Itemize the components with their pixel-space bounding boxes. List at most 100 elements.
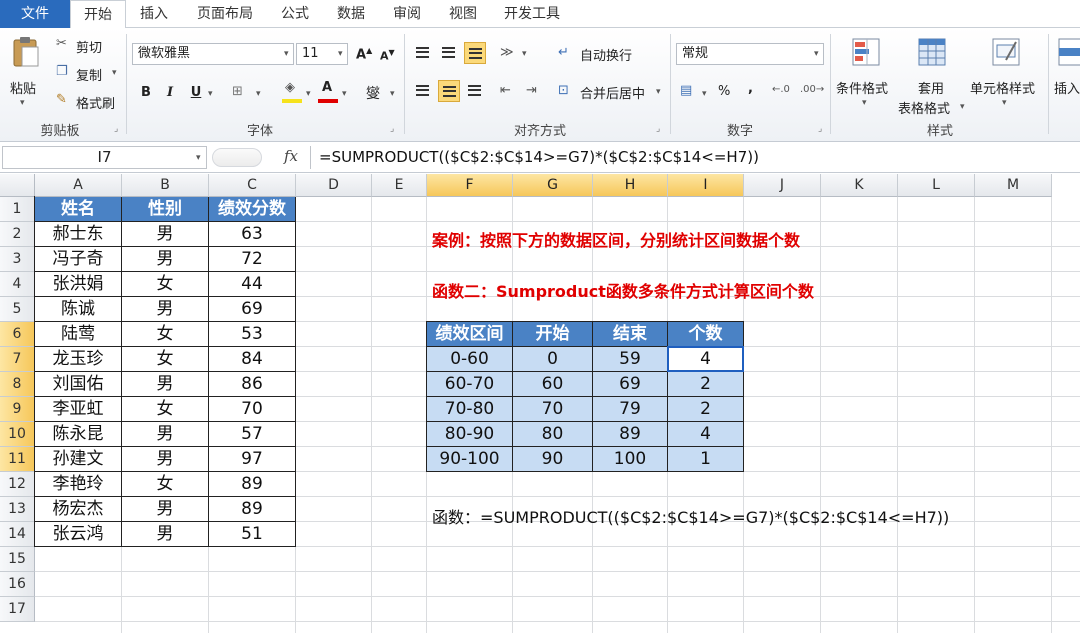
formula-input[interactable]: =SUMPRODUCT(($C$2:$C$14>=G7)*($C$2:$C$14… bbox=[310, 146, 1078, 169]
range-table-cell[interactable]: 59 bbox=[593, 347, 668, 372]
row-header-9[interactable]: 9 bbox=[0, 397, 35, 422]
range-table-cell[interactable]: 4 bbox=[668, 422, 744, 447]
row-header-1[interactable]: 1 bbox=[0, 197, 35, 222]
insert-function-button[interactable]: fx bbox=[284, 147, 298, 165]
range-table-cell[interactable]: 70 bbox=[513, 397, 593, 422]
column-header-a[interactable]: A bbox=[35, 174, 122, 197]
wrap-text-button[interactable]: ↵ 自动换行 bbox=[558, 44, 648, 66]
data-table-cell[interactable]: 57 bbox=[209, 422, 296, 447]
range-table-cell[interactable]: 0 bbox=[513, 347, 593, 372]
range-table-header[interactable]: 开始 bbox=[513, 322, 593, 347]
data-table-cell[interactable]: 51 bbox=[209, 522, 296, 547]
data-table-cell[interactable]: 63 bbox=[209, 222, 296, 247]
range-table-cell[interactable]: 90-100 bbox=[427, 447, 513, 472]
row-header-7[interactable]: 7 bbox=[0, 347, 35, 372]
data-table-cell[interactable]: 44 bbox=[209, 272, 296, 297]
data-table-cell[interactable]: 男 bbox=[122, 222, 209, 247]
range-table-cell[interactable]: 2 bbox=[668, 397, 744, 422]
align-center-button[interactable] bbox=[438, 80, 460, 102]
data-table-cell[interactable]: 89 bbox=[209, 472, 296, 497]
align-middle-button[interactable] bbox=[438, 42, 460, 64]
row-header-14[interactable]: 14 bbox=[0, 522, 35, 547]
range-table-cell[interactable]: 79 bbox=[593, 397, 668, 422]
row-header-8[interactable]: 8 bbox=[0, 372, 35, 397]
dialog-launcher-icon[interactable]: ⌟ bbox=[390, 124, 394, 134]
data-table-header[interactable]: 姓名 bbox=[35, 197, 122, 222]
tab-page-layout[interactable]: 页面布局 bbox=[186, 0, 264, 28]
tab-review[interactable]: 审阅 bbox=[382, 0, 432, 28]
tab-insert[interactable]: 插入 bbox=[128, 0, 180, 28]
row-header-17[interactable]: 17 bbox=[0, 597, 35, 622]
data-table-cell[interactable]: 龙玉珍 bbox=[35, 347, 122, 372]
data-table-cell[interactable]: 陈永昆 bbox=[35, 422, 122, 447]
data-table-cell[interactable]: 女 bbox=[122, 272, 209, 297]
tab-file[interactable]: 文件 bbox=[0, 0, 70, 28]
shrink-font-icon[interactable]: A▼ bbox=[380, 48, 395, 63]
data-table-cell[interactable]: 男 bbox=[122, 497, 209, 522]
bold-button[interactable]: B bbox=[136, 83, 156, 103]
tab-home[interactable]: 开始 bbox=[70, 0, 126, 29]
currency-icon[interactable]: ▤ bbox=[680, 83, 692, 98]
comma-button[interactable]: , bbox=[748, 81, 753, 96]
range-table-cell[interactable]: 60-70 bbox=[427, 372, 513, 397]
percent-button[interactable]: % bbox=[718, 84, 730, 99]
range-table-header[interactable]: 绩效区间 bbox=[427, 322, 513, 347]
column-header-b[interactable]: B bbox=[122, 174, 209, 197]
range-table-header[interactable]: 个数 bbox=[668, 322, 744, 347]
column-header-e[interactable]: E bbox=[372, 174, 427, 197]
data-table-cell[interactable]: 男 bbox=[122, 522, 209, 547]
range-table-cell[interactable]: 100 bbox=[593, 447, 668, 472]
column-header-j[interactable]: J bbox=[744, 174, 821, 197]
range-table-cell[interactable]: 4 bbox=[668, 347, 744, 372]
data-table-header[interactable]: 性别 bbox=[122, 197, 209, 222]
dialog-launcher-icon[interactable]: ⌟ bbox=[818, 124, 822, 134]
range-table-header[interactable]: 结束 bbox=[593, 322, 668, 347]
number-format-select[interactable]: 常规 bbox=[676, 43, 824, 65]
paste-button[interactable]: 粘贴 ▾ bbox=[6, 34, 46, 114]
column-header-m[interactable]: M bbox=[975, 174, 1052, 197]
row-header-4[interactable]: 4 bbox=[0, 272, 35, 297]
range-table-cell[interactable]: 2 bbox=[668, 372, 744, 397]
chevron-down-icon[interactable]: ▾ bbox=[196, 153, 201, 163]
increase-indent-icon[interactable]: ⇥ bbox=[526, 83, 537, 98]
data-table-cell[interactable]: 女 bbox=[122, 322, 209, 347]
row-header-2[interactable]: 2 bbox=[0, 222, 35, 247]
decrease-decimal-icon[interactable]: .00→ bbox=[800, 84, 824, 95]
range-table-cell[interactable]: 60 bbox=[513, 372, 593, 397]
data-table-cell[interactable]: 陆莺 bbox=[35, 322, 122, 347]
cut-button[interactable]: ✂ 剪切 bbox=[56, 36, 116, 56]
range-table-cell[interactable]: 1 bbox=[668, 447, 744, 472]
align-bottom-button[interactable] bbox=[464, 42, 486, 64]
range-table-cell[interactable]: 89 bbox=[593, 422, 668, 447]
row-header-5[interactable]: 5 bbox=[0, 297, 35, 322]
range-table-cell[interactable]: 90 bbox=[513, 447, 593, 472]
cell-styles-button[interactable]: 单元格样式 ▾ bbox=[970, 36, 1046, 116]
row-header-10[interactable]: 10 bbox=[0, 422, 35, 447]
phonetic-button[interactable]: 燮 bbox=[366, 83, 380, 103]
data-table-cell[interactable]: 陈诚 bbox=[35, 297, 122, 322]
orientation-icon[interactable]: ≫ bbox=[500, 45, 514, 60]
data-table-cell[interactable]: 男 bbox=[122, 372, 209, 397]
data-table-cell[interactable]: 郝士东 bbox=[35, 222, 122, 247]
data-table-cell[interactable]: 男 bbox=[122, 297, 209, 322]
data-table-cell[interactable]: 男 bbox=[122, 247, 209, 272]
conditional-format-button[interactable]: 条件格式 ▾ bbox=[834, 36, 898, 116]
column-header-i[interactable]: I bbox=[668, 174, 744, 197]
column-header-c[interactable]: C bbox=[209, 174, 296, 197]
italic-button[interactable]: I bbox=[160, 83, 180, 103]
copy-button[interactable]: ❐ 复制 ▾ bbox=[56, 64, 122, 84]
data-table-cell[interactable]: 72 bbox=[209, 247, 296, 272]
format-painter-button[interactable]: ✎ 格式刷 bbox=[56, 92, 122, 112]
dialog-launcher-icon[interactable]: ⌟ bbox=[656, 124, 660, 134]
data-table-cell[interactable]: 李亚虹 bbox=[35, 397, 122, 422]
row-header-3[interactable]: 3 bbox=[0, 247, 35, 272]
insert-cells-button[interactable]: 插入 bbox=[1054, 36, 1080, 116]
range-table-cell[interactable]: 0-60 bbox=[427, 347, 513, 372]
data-table-cell[interactable]: 53 bbox=[209, 322, 296, 347]
tab-formulas[interactable]: 公式 bbox=[270, 0, 320, 28]
column-header-l[interactable]: L bbox=[898, 174, 975, 197]
align-top-button[interactable] bbox=[412, 42, 434, 64]
data-table-cell[interactable]: 70 bbox=[209, 397, 296, 422]
row-header-12[interactable]: 12 bbox=[0, 472, 35, 497]
data-table-header[interactable]: 绩效分数 bbox=[209, 197, 296, 222]
